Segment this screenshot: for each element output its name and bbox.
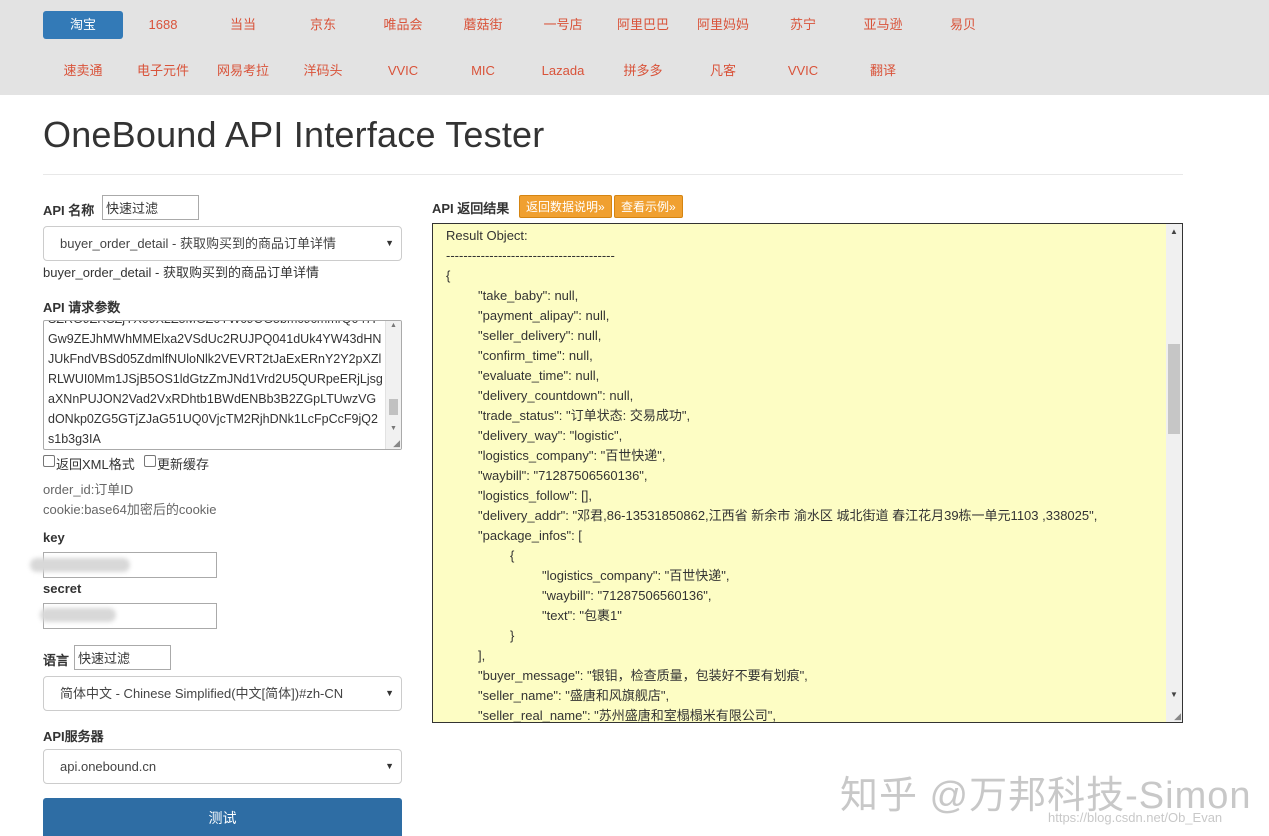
api-select[interactable]: buyer_order_detail - 获取购买到的商品订单详情 ▼ <box>43 226 402 261</box>
params-textarea[interactable]: SZRG9ZRSZjYX09X2Z5MGZ0YWc9OG5bmc9cmmrQ04… <box>43 320 402 450</box>
nav-item[interactable]: 唯品会 <box>363 11 443 39</box>
hint-order-id: order_id:订单ID <box>43 482 134 497</box>
page-title: OneBound API Interface Tester <box>43 114 545 155</box>
nav-item[interactable]: 阿里巴巴 <box>603 11 683 39</box>
result-textarea[interactable]: Result Object: -------------------------… <box>432 223 1183 723</box>
nav-item[interactable]: MIC <box>443 57 523 85</box>
xml-checkbox-label: 返回XML格式 <box>56 457 135 472</box>
nav-item[interactable]: 阿里妈妈 <box>683 11 763 39</box>
language-label: 语言 <box>43 653 70 668</box>
nav-item[interactable]: Lazada <box>523 57 603 85</box>
api-name-label: API 名称 <box>43 203 95 218</box>
nav-item[interactable]: 亚马逊 <box>843 11 923 39</box>
nav-item[interactable]: 淘宝 <box>43 11 123 39</box>
platform-nav-row-1: 淘宝 1688 当当 京东 唯品会 蘑菇街 一号店 阿里巴巴 阿里妈妈 苏宁 亚马逊 易贝 <box>43 11 1003 39</box>
server-select-value: api.onebound.cn <box>60 759 157 774</box>
nav-item[interactable]: 凡客 <box>683 57 763 85</box>
divider <box>43 174 1183 175</box>
xml-checkbox[interactable] <box>43 455 55 467</box>
nav-item[interactable]: 1688 <box>123 11 203 39</box>
scrollbar-thumb[interactable] <box>1168 344 1180 434</box>
server-select[interactable]: api.onebound.cn ▼ <box>43 749 402 784</box>
params-scrollbar[interactable]: ▲ ▼ <box>385 321 401 449</box>
language-filter-input[interactable] <box>74 645 171 670</box>
resize-handle-icon[interactable]: ◢ <box>393 439 400 448</box>
nav-item[interactable]: 翻译 <box>843 57 923 85</box>
chevron-down-icon: ▼ <box>385 761 394 771</box>
test-button[interactable]: 测试 <box>43 798 402 836</box>
nav-item[interactable]: 易贝 <box>923 11 1003 39</box>
hint-cookie: cookie:base64加密后的cookie <box>43 502 217 517</box>
nav-item[interactable]: 一号店 <box>523 11 603 39</box>
api-select-value: buyer_order_detail - 获取购买到的商品订单详情 <box>60 236 336 251</box>
cache-checkbox[interactable] <box>144 455 156 467</box>
language-select[interactable]: 简体中文 - Chinese Simplified(中文[简体])#zh-CN … <box>43 676 402 711</box>
chevron-down-icon: ▼ <box>385 688 394 698</box>
scrollbar-thumb[interactable] <box>389 399 398 415</box>
redacted-key <box>30 558 130 572</box>
nav-item[interactable]: 电子元件 <box>123 57 203 85</box>
nav-item[interactable]: 拼多多 <box>603 57 683 85</box>
api-description: buyer_order_detail - 获取购买到的商品订单详情 <box>43 265 319 280</box>
language-select-value: 简体中文 - Chinese Simplified(中文[简体])#zh-CN <box>60 686 344 701</box>
cache-checkbox-label: 更新缓存 <box>157 457 210 472</box>
scroll-up-icon[interactable]: ▲ <box>1170 227 1178 236</box>
nav-item[interactable]: 洋码头 <box>283 57 363 85</box>
scroll-down-icon[interactable]: ▼ <box>1170 690 1178 699</box>
scroll-down-icon[interactable]: ▼ <box>390 425 397 432</box>
api-filter-input[interactable] <box>102 195 199 220</box>
result-label: API 返回结果 <box>432 201 510 216</box>
params-text: SZRG9ZRSZjYX09X2Z5MGZ0YWc9OG5bmc9cmmrQ04… <box>48 321 383 446</box>
nav-item[interactable]: 京东 <box>283 11 363 39</box>
nav-item[interactable]: 速卖通 <box>43 57 123 85</box>
nav-item[interactable]: 网易考拉 <box>203 57 283 85</box>
view-example-button[interactable]: 查看示例» <box>614 195 683 218</box>
platform-nav: 淘宝 1688 当当 京东 唯品会 蘑菇街 一号店 阿里巴巴 阿里妈妈 苏宁 亚马逊 易贝 速卖通 电子… <box>0 0 1269 95</box>
nav-item[interactable]: 蘑菇街 <box>443 11 523 39</box>
key-label: key <box>43 530 65 545</box>
redacted-secret <box>40 608 116 622</box>
server-label: API服务器 <box>43 729 104 744</box>
chevron-down-icon: ▼ <box>385 238 394 248</box>
secret-label: secret <box>43 581 82 596</box>
nav-item[interactable]: 当当 <box>203 11 283 39</box>
nav-item[interactable]: VVIC <box>763 57 843 85</box>
data-description-button[interactable]: 返回数据说明» <box>519 195 612 218</box>
scroll-up-icon[interactable]: ▲ <box>390 322 397 329</box>
platform-nav-row-2: 速卖通 电子元件 网易考拉 洋码头 VVIC MIC Lazada 拼多多 凡客 VVIC 翻译 <box>43 57 923 85</box>
resize-handle-icon[interactable]: ◢ <box>1174 712 1181 721</box>
watermark-url: https://blog.csdn.net/Ob_Evan <box>1048 810 1223 825</box>
nav-item[interactable]: 苏宁 <box>763 11 843 39</box>
result-text: Result Object: -------------------------… <box>446 228 1098 723</box>
nav-item[interactable]: VVIC <box>363 57 443 85</box>
params-label: API 请求参数 <box>43 300 121 315</box>
result-scrollbar[interactable]: ▲ ▼ <box>1166 224 1182 722</box>
